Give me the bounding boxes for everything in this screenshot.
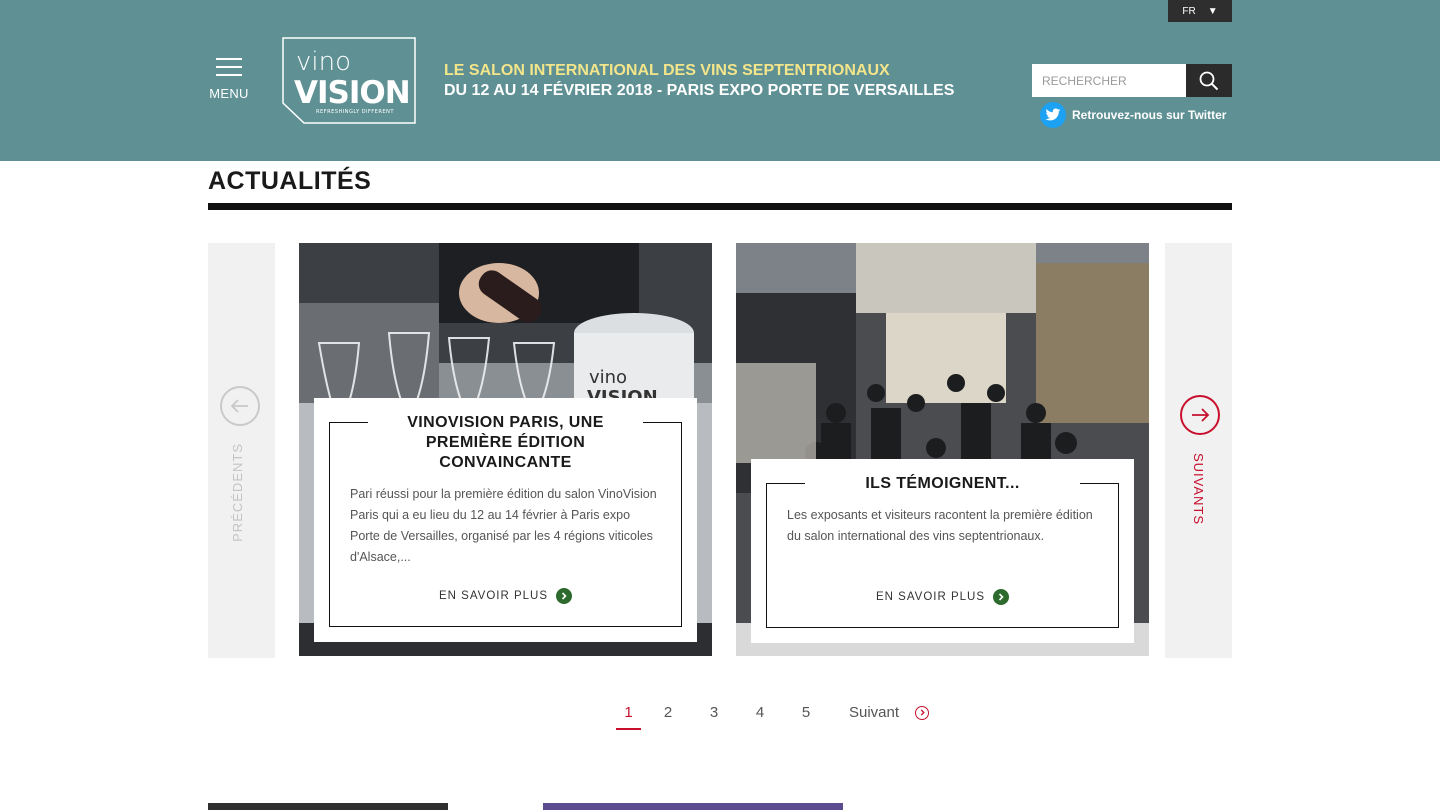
search-input[interactable]: [1032, 64, 1186, 97]
read-more-link[interactable]: EN SAVOIR PLUS: [314, 588, 697, 604]
chevron-right-icon: [915, 705, 930, 720]
arrow-right-icon: [1180, 395, 1220, 435]
pagination: 1 2 3 4 5 Suivant: [612, 704, 930, 730]
carousel-prev-label: PRÉCÉDENTS: [230, 443, 245, 542]
site-header: FR ▼ MENU vino VISION REFRESHINGLY DIFFE…: [0, 0, 1440, 161]
page-link-2[interactable]: 2: [645, 704, 691, 721]
page-link-5[interactable]: 5: [783, 704, 829, 721]
news-card-title[interactable]: VINOVISION PARIS, UNE PREMIÈRE ÉDITION C…: [370, 413, 641, 473]
twitter-link[interactable]: Retrouvez-nous sur Twitter: [1040, 102, 1226, 128]
logo-slogan: REFRESHINGLY DIFFERENT: [316, 109, 394, 115]
hamburger-icon: [216, 58, 242, 76]
search-button[interactable]: [1186, 64, 1232, 97]
menu-label: MENU: [209, 86, 249, 101]
page-title: ACTUALITÉS: [208, 167, 372, 195]
news-card-content: ILS TÉMOIGNENT... Les exposants et visit…: [751, 459, 1134, 643]
language-selector[interactable]: FR ▼: [1168, 0, 1232, 22]
next-page-label: Suivant: [849, 704, 900, 721]
tagline-line-1: LE SALON INTERNATIONAL DES VINS SEPTENTR…: [444, 62, 890, 79]
title-divider: [208, 203, 1232, 210]
search-bar: [1032, 64, 1232, 97]
next-page-link[interactable]: Suivant: [849, 704, 930, 721]
search-icon: [1199, 71, 1219, 90]
carousel-next-button[interactable]: SUIVANTS: [1165, 243, 1232, 658]
news-card-text: Pari réussi pour la première édition du …: [350, 487, 657, 564]
page-link-3[interactable]: 3: [691, 704, 737, 721]
logo-vision: VISION: [294, 75, 410, 111]
footer-block: [543, 803, 843, 810]
vinovision-logo[interactable]: vino VISION REFRESHINGLY DIFFERENT: [282, 37, 416, 124]
twitter-icon: [1040, 102, 1066, 128]
page-link-1[interactable]: 1: [612, 704, 645, 730]
event-tagline: LE SALON INTERNATIONAL DES VINS SEPTENTR…: [444, 61, 954, 101]
read-more-label: EN SAVOIR PLUS: [438, 590, 548, 602]
chevron-right-icon: [993, 589, 1009, 605]
language-label: FR: [1182, 5, 1196, 17]
arrow-left-icon: [220, 386, 260, 426]
twitter-label: Retrouvez-nous sur Twitter: [1072, 108, 1227, 122]
read-more-link[interactable]: EN SAVOIR PLUS: [751, 589, 1134, 605]
news-card-text: Les exposants et visiteurs racontent la …: [787, 508, 1093, 543]
read-more-label: EN SAVOIR PLUS: [875, 591, 985, 603]
chevron-right-icon: [556, 588, 572, 604]
footer-block: [208, 803, 448, 810]
news-card[interactable]: vino VISION VINOVISION PARIS, UNE PREMIÈ…: [299, 243, 712, 656]
svg-text:vino: vino: [589, 367, 627, 388]
caret-down-icon: ▼: [1207, 5, 1218, 17]
news-card-content: VINOVISION PARIS, UNE PREMIÈRE ÉDITION C…: [314, 398, 697, 642]
menu-button[interactable]: MENU: [206, 58, 252, 101]
tagline-line-2: DU 12 AU 14 FÉVRIER 2018 - PARIS EXPO PO…: [444, 82, 955, 99]
carousel-next-label: SUIVANTS: [1191, 453, 1206, 526]
logo-vino: vino: [296, 47, 351, 77]
page-link-4[interactable]: 4: [737, 704, 783, 721]
news-card[interactable]: ILS TÉMOIGNENT... Les exposants et visit…: [736, 243, 1149, 656]
carousel-prev-button[interactable]: PRÉCÉDENTS: [208, 243, 275, 658]
news-card-title[interactable]: ILS TÉMOIGNENT...: [807, 474, 1078, 494]
